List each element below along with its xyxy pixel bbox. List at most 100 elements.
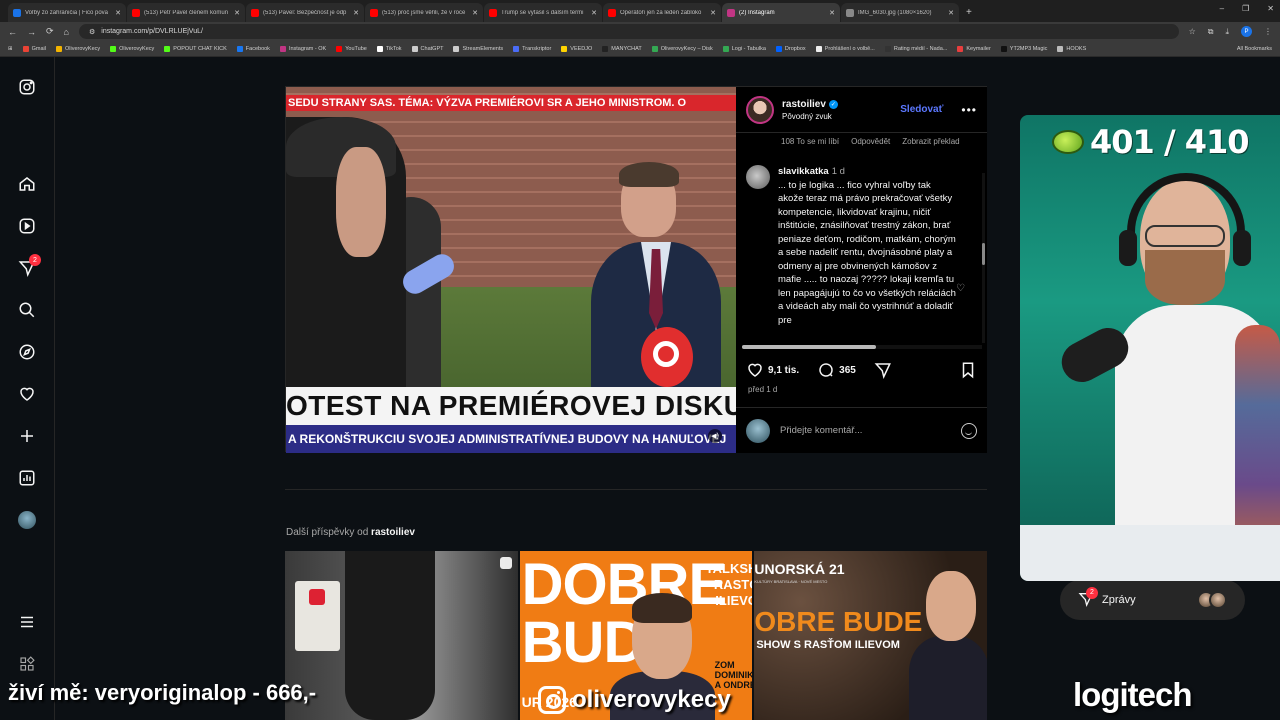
bookmark-item[interactable]: OliverovyKecy — [55, 45, 101, 52]
reply-link[interactable]: Odpovědět — [851, 137, 890, 146]
follow-button[interactable]: Sledovať — [900, 104, 943, 115]
url-field[interactable]: ⚙ instagram.com/p/DVLRLUEjVuL/ — [78, 24, 1179, 39]
mute-icon[interactable]: ◀) — [708, 429, 722, 443]
tab-close-icon[interactable]: ✕ — [591, 9, 597, 17]
like-count[interactable]: 9,1 tis. — [768, 365, 799, 376]
bookmark-item[interactable]: Keymailer — [957, 45, 991, 52]
browser-tab[interactable]: Trump se vytasil s dalším termi ✕ — [484, 3, 602, 22]
explore-nav-icon[interactable] — [17, 342, 37, 362]
close-window-icon[interactable]: ✕ — [1267, 4, 1274, 13]
browser-tab[interactable]: IMG_6030.jpg (1080×1620) ✕ — [841, 3, 959, 22]
site-info-icon[interactable]: ⚙ — [89, 28, 95, 36]
extensions-icon[interactable]: ⧉ — [1208, 27, 1214, 37]
maximize-icon[interactable]: ❐ — [1242, 4, 1249, 13]
home-nav-icon[interactable] — [17, 174, 37, 194]
tab-close-icon[interactable]: ✕ — [234, 9, 240, 17]
bookmark-item[interactable]: Rating médií - Nada... — [884, 45, 947, 52]
browser-tab[interactable]: (513) proč jsme věřili, že v roce ✕ — [365, 3, 483, 22]
messages-nav-icon[interactable]: 2 — [17, 254, 41, 278]
instagram-logo-icon[interactable] — [17, 77, 37, 97]
profile-avatar-nav[interactable] — [17, 510, 37, 530]
original-audio-link[interactable]: Pôvodný zvuk — [782, 112, 838, 121]
translate-link[interactable]: Zobrazit překlad — [902, 137, 959, 146]
post-video[interactable]: SEDU STRANY SAS. TÉMA: VÝZVA PREMIÉROVI … — [286, 87, 736, 453]
bookmark-item[interactable]: TikTok — [376, 45, 402, 52]
bookmark-item[interactable]: StreamElements — [453, 45, 503, 52]
downloads-icon[interactable]: ⤓ — [1225, 27, 1229, 37]
new-tab-button[interactable]: + — [960, 7, 978, 22]
bookmark-item[interactable]: MANYCHAT — [602, 45, 642, 52]
bookmark-item[interactable]: Transkriptor — [513, 45, 551, 52]
bookmark-item[interactable]: VEEDJO — [561, 45, 592, 52]
home-icon[interactable]: ⌂ — [64, 27, 69, 37]
tab-title: (513) Pavel: Bezpečnost je odp — [263, 9, 347, 16]
comment-icon[interactable] — [817, 361, 835, 379]
browser-tab[interactable]: (513) Pavel: Bezpečnost je odp ✕ — [246, 3, 364, 22]
messages-pill[interactable]: 2 Zprávy — [1060, 580, 1245, 620]
tab-close-icon[interactable]: ✕ — [115, 9, 121, 17]
like-icon[interactable] — [746, 361, 764, 379]
more-options-icon[interactable]: ••• — [961, 103, 977, 117]
reels-nav-icon[interactable] — [17, 216, 37, 236]
tab-close-icon[interactable]: ✕ — [472, 9, 478, 17]
browser-tab[interactable]: Operátoři jen za leden zabloko ✕ — [603, 3, 721, 22]
comment-like-icon[interactable]: ♡ — [956, 283, 965, 294]
author-username[interactable]: rastoiliev — [782, 99, 826, 110]
tab-close-icon[interactable]: ✕ — [353, 9, 359, 17]
emoji-icon[interactable] — [961, 422, 977, 439]
bookmark-item[interactable]: ChatGPT — [411, 45, 443, 52]
share-icon[interactable] — [874, 361, 892, 379]
horizontal-scrollbar[interactable] — [742, 345, 982, 349]
bookmark-item[interactable]: HOOKS — [1057, 45, 1086, 52]
notifications-heart-icon[interactable] — [17, 384, 37, 404]
reload-icon[interactable]: ⟳ — [46, 26, 54, 37]
apps-icon[interactable]: ⊞ — [8, 46, 13, 52]
browser-tab[interactable]: (2) Instagram ✕ — [722, 3, 840, 22]
bookmark-item[interactable]: Dropbox — [775, 45, 806, 52]
more-posts-user[interactable]: rastoiliev — [371, 527, 415, 538]
bookmark-favicon-icon — [110, 45, 117, 52]
profile-avatar[interactable]: P — [1241, 26, 1252, 37]
commenter-username[interactable]: slavikkatka — [778, 166, 829, 177]
search-nav-icon[interactable] — [17, 300, 37, 320]
save-bookmark-icon[interactable] — [959, 361, 977, 379]
bookmark-item[interactable]: OliverovyKecy — [110, 45, 154, 52]
post-container: SEDU STRANY SAS. TÉMA: VÝZVA PREMIÉROVI … — [285, 86, 987, 453]
also-from-meta-icon[interactable] — [17, 654, 37, 674]
tab-close-icon[interactable]: ✕ — [710, 9, 716, 17]
comments-scrollbar[interactable] — [982, 173, 985, 343]
add-comment-input[interactable]: Přidejte komentář... — [780, 425, 951, 436]
post-thumbnail[interactable]: UNORSKÁ 21 KULTÚRY BRATISLAVA · NOVÉ MES… — [754, 551, 988, 720]
bookmark-item[interactable]: POPOUT CHAT KICK — [164, 45, 227, 52]
browser-tab[interactable]: Voľby zo zahraničia | Fico pova ✕ — [8, 3, 126, 22]
author-avatar[interactable] — [746, 95, 774, 124]
tab-close-icon[interactable]: ✕ — [829, 9, 835, 17]
bookmark-item[interactable]: Prohlášení o volbě... — [815, 45, 875, 52]
forward-icon[interactable]: → — [27, 27, 36, 37]
create-plus-icon[interactable] — [17, 426, 37, 446]
star-icon[interactable]: ☆ — [1189, 27, 1196, 36]
bookmark-favicon-icon — [279, 45, 286, 52]
comment-count[interactable]: 365 — [839, 365, 856, 376]
back-icon[interactable]: ← — [8, 27, 17, 37]
bookmark-item[interactable]: Gmail — [22, 45, 46, 52]
minimize-icon[interactable]: – — [1220, 4, 1224, 13]
browser-tab[interactable]: (513) Petr Pavel členem komun ✕ — [127, 3, 245, 22]
bookmark-item[interactable]: Facebook — [236, 45, 270, 52]
post-thumbnail[interactable] — [285, 551, 518, 720]
dashboard-icon[interactable] — [17, 468, 37, 488]
bookmark-item[interactable]: OliverovyKecy – Disk — [651, 45, 713, 52]
bookmark-label: OliverovyKecy — [64, 45, 101, 52]
tab-close-icon[interactable]: ✕ — [948, 9, 954, 17]
bookmark-item[interactable]: YT2MP3 Magic — [1000, 45, 1047, 52]
bookmark-item[interactable]: Logi - Tabulka — [722, 45, 766, 52]
comment-likes[interactable]: 108 To se mi líbí — [781, 137, 839, 146]
bookmark-item[interactable]: YouTube — [336, 45, 367, 52]
menu-icon[interactable]: ⋮ — [1264, 27, 1272, 36]
bookmark-item[interactable]: Instagram - OK — [279, 45, 326, 52]
more-menu-icon[interactable] — [17, 612, 37, 632]
commenter-avatar[interactable] — [746, 165, 770, 189]
all-bookmarks-button[interactable]: All Bookmarks — [1237, 46, 1272, 52]
goal-counter: 401 / 410 — [1052, 123, 1250, 161]
bookmark-favicon-icon — [651, 45, 658, 52]
